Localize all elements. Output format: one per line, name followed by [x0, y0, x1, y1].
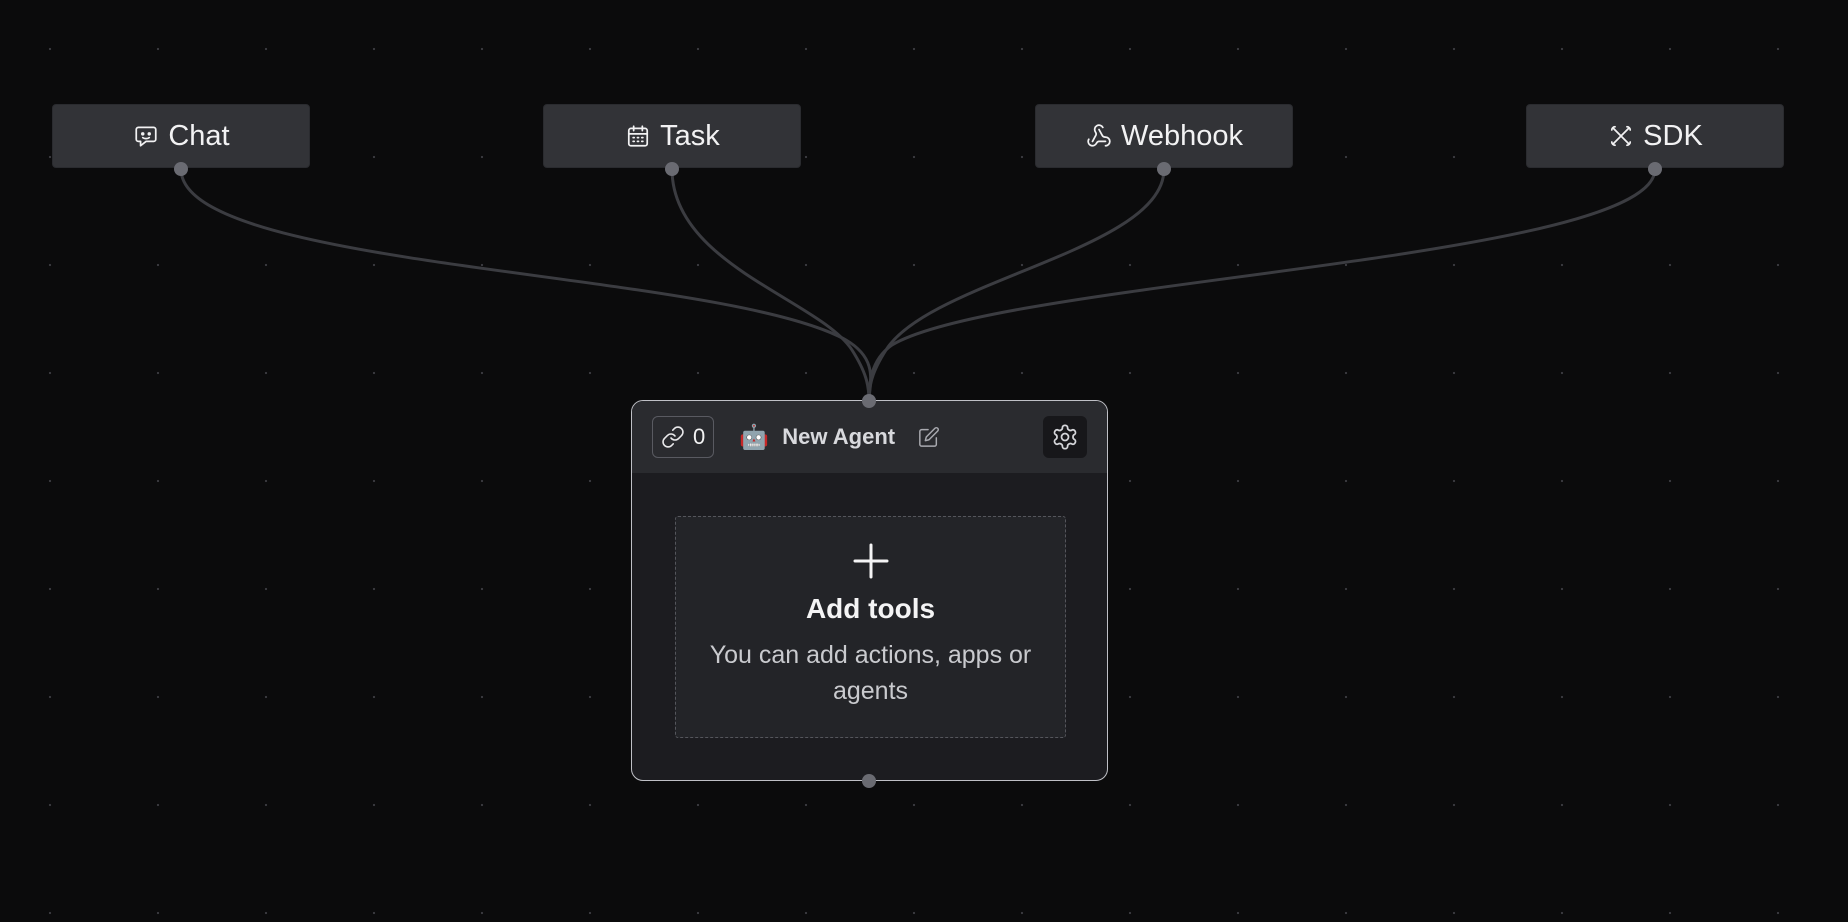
agent-name: New Agent [782, 424, 896, 449]
task-output-handle[interactable] [665, 162, 679, 176]
agent-header: 0 🤖 New Agent [632, 401, 1107, 473]
trigger-node-task[interactable]: Task [543, 104, 801, 168]
robot-icon: 🤖 [739, 423, 770, 451]
trigger-node-webhook[interactable]: Webhook [1035, 104, 1293, 168]
webhook-output-handle[interactable] [1157, 162, 1171, 176]
trigger-node-sdk[interactable]: SDK [1526, 104, 1784, 168]
chat-bot-icon [132, 122, 160, 150]
agent-output-handle[interactable] [862, 774, 876, 788]
plus-icon [676, 539, 1065, 583]
sdk-output-handle[interactable] [1648, 162, 1662, 176]
edit-icon[interactable] [917, 425, 941, 449]
sdk-icon [1607, 122, 1635, 150]
add-tools-description: You can add actions, apps or agents [709, 641, 1032, 705]
calendar-icon [624, 122, 652, 150]
trigger-label-chat: Chat [168, 119, 230, 152]
trigger-label-task: Task [660, 119, 720, 152]
trigger-label-sdk: SDK [1643, 119, 1703, 152]
add-tools-title: Add tools [805, 593, 936, 624]
gear-icon [1051, 423, 1079, 451]
agent-input-handle[interactable] [862, 394, 876, 408]
webhook-icon [1085, 122, 1113, 150]
trigger-node-chat[interactable]: Chat [52, 104, 310, 168]
chat-output-handle[interactable] [174, 162, 188, 176]
settings-button[interactable] [1043, 416, 1087, 458]
add-tools-dropzone[interactable]: Add tools You can add actions, apps or a… [675, 516, 1066, 738]
link-count: 0 [693, 424, 706, 449]
link-icon [661, 425, 685, 449]
link-count-badge[interactable]: 0 [652, 416, 715, 458]
trigger-label-webhook: Webhook [1121, 119, 1243, 152]
agent-node[interactable]: 0 🤖 New Agent Add tools You can add acti… [631, 400, 1108, 781]
